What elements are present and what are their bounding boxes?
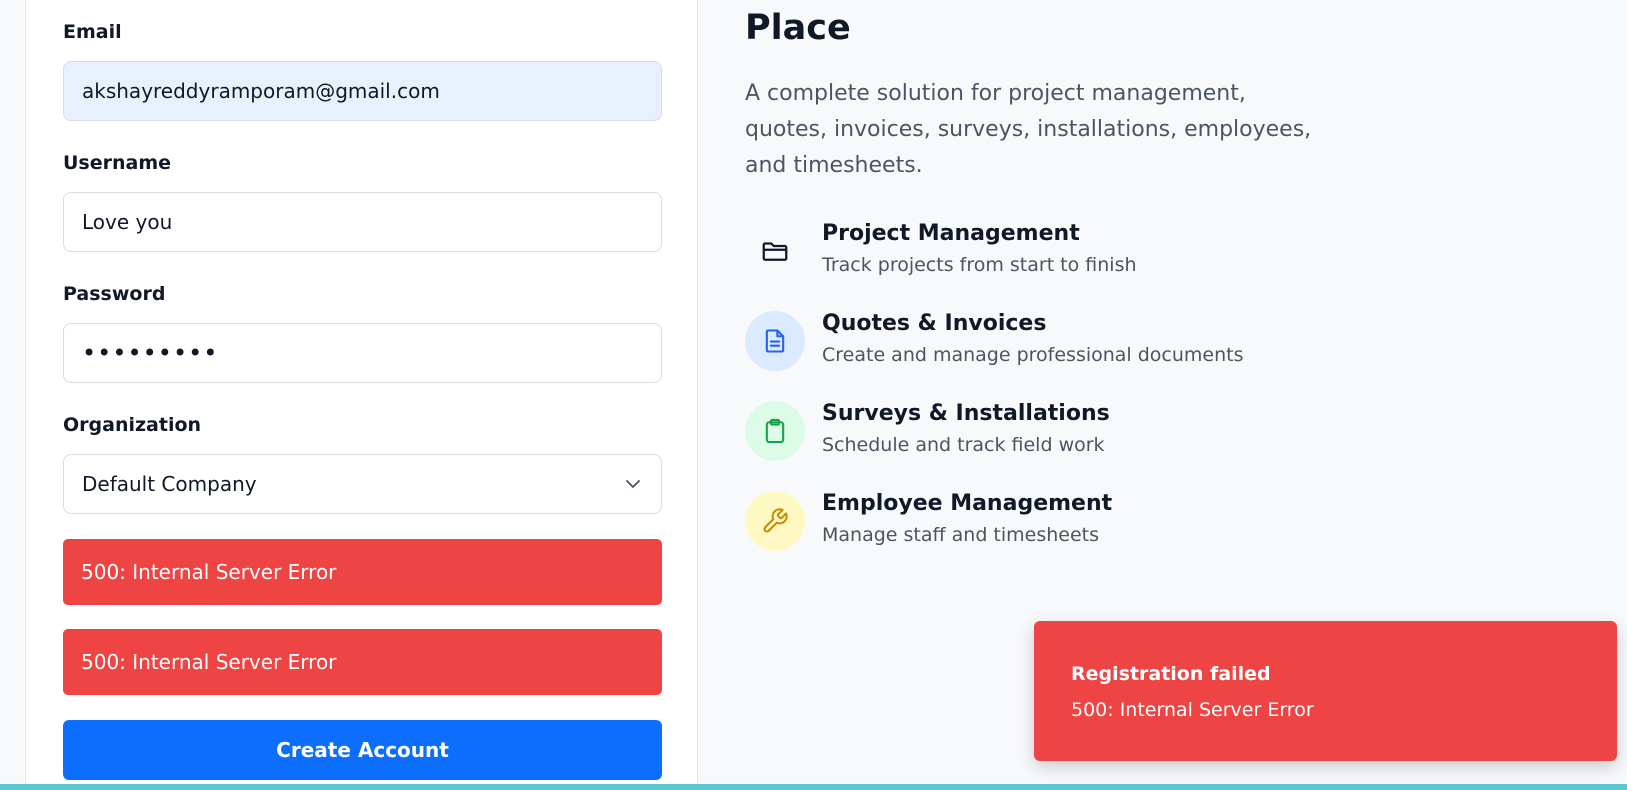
registration-form: Email akshayreddyramporam@gmail.com User…	[26, 0, 698, 790]
clipboard-icon	[745, 401, 805, 461]
error-banner: 500: Internal Server Error	[63, 539, 662, 605]
accent-bar	[0, 784, 1627, 790]
page-gutter	[0, 0, 26, 790]
error-banner: 500: Internal Server Error	[63, 629, 662, 695]
toast-message: 500: Internal Server Error	[1071, 699, 1314, 721]
password-field[interactable]: •••••••••	[63, 323, 662, 383]
feature-item: Project Management Track projects from s…	[745, 221, 1445, 283]
feature-description: Track projects from start to finish	[822, 254, 1137, 276]
organization-value: Default Company	[82, 472, 257, 496]
feature-item: Surveys & Installations Schedule and tra…	[745, 401, 1445, 463]
email-field[interactable]: akshayreddyramporam@gmail.com	[63, 61, 662, 121]
email-value: akshayreddyramporam@gmail.com	[82, 79, 440, 103]
email-label: Email	[63, 21, 122, 43]
feature-title: Employee Management	[822, 491, 1113, 516]
feature-title: Quotes & Invoices	[822, 311, 1047, 336]
password-label: Password	[63, 283, 166, 305]
folder-icon	[745, 221, 805, 281]
error-toast[interactable]: Registration failed 500: Internal Server…	[1034, 621, 1617, 761]
password-value: •••••••••	[82, 339, 219, 367]
page-subtitle: A complete solution for project manageme…	[745, 81, 1312, 178]
chevron-down-icon	[626, 480, 640, 488]
page-headline: Place	[745, 8, 851, 48]
document-icon	[745, 311, 805, 371]
organization-label: Organization	[63, 414, 202, 436]
feature-description: Create and manage professional documents	[822, 344, 1244, 366]
toast-title: Registration failed	[1071, 663, 1271, 685]
feature-title: Surveys & Installations	[822, 401, 1110, 426]
username-field[interactable]: Love you	[63, 192, 662, 252]
feature-description: Manage staff and timesheets	[822, 524, 1100, 546]
organization-select[interactable]: Default Company	[63, 454, 662, 514]
feature-title: Project Management	[822, 221, 1080, 246]
username-label: Username	[63, 152, 172, 174]
username-value: Love you	[82, 210, 173, 234]
wrench-icon	[745, 491, 805, 551]
create-account-button[interactable]: Create Account	[63, 720, 662, 780]
feature-description: Schedule and track field work	[822, 434, 1105, 456]
feature-item: Quotes & Invoices Create and manage prof…	[745, 311, 1445, 373]
feature-item: Employee Management Manage staff and tim…	[745, 491, 1445, 553]
